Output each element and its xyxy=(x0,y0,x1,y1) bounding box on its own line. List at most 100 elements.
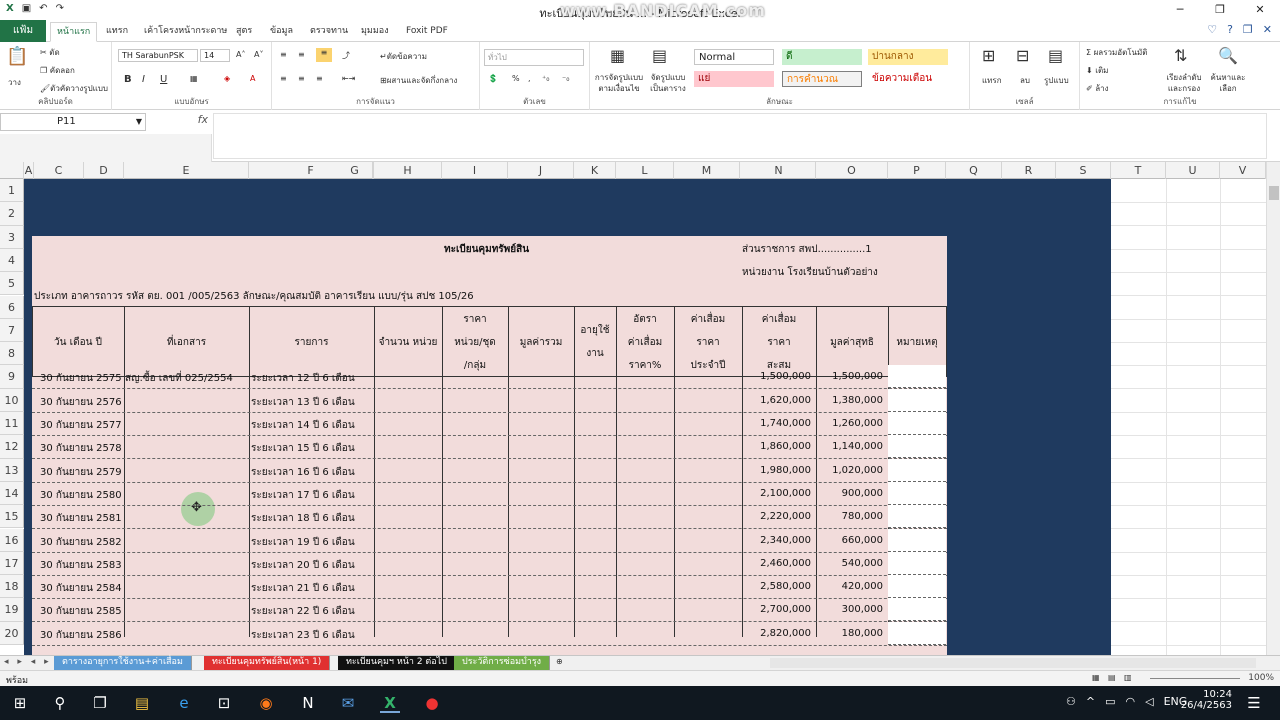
tab-view[interactable]: มุมมอง xyxy=(355,22,395,42)
minimize-button[interactable]: ─ xyxy=(1160,0,1200,20)
tray-chevron-icon[interactable]: ^ xyxy=(1086,695,1095,708)
row-header[interactable]: 10 xyxy=(0,388,24,412)
column-header[interactable]: L xyxy=(616,162,674,179)
note-cell[interactable] xyxy=(888,575,946,599)
clear-button[interactable]: ✐ ล้าง xyxy=(1086,82,1109,95)
cut-button[interactable]: ✂ ตัด xyxy=(40,46,60,59)
currency-icon[interactable]: 💲 xyxy=(488,74,498,83)
sort-filter-button[interactable]: เรียงลำดับ และกรอง xyxy=(1164,72,1204,94)
new-sheet-icon[interactable]: ⊕ xyxy=(556,657,563,666)
note-cell[interactable] xyxy=(888,598,946,622)
percent-button[interactable]: % xyxy=(512,74,520,83)
horizontal-scrollbar[interactable] xyxy=(770,658,1256,668)
style-normal[interactable]: Normal xyxy=(694,49,774,65)
app-n-icon[interactable]: N xyxy=(298,693,318,713)
align-bottom-icon[interactable]: ≡ xyxy=(316,48,332,62)
indent-icon[interactable]: ⇤⇥ xyxy=(342,74,355,83)
row-header[interactable]: 1 xyxy=(0,179,24,203)
tab-data[interactable]: ข้อมูล xyxy=(264,22,299,42)
merge-center-button[interactable]: ⊞ผสานและจัดกึ่งกลาง xyxy=(380,74,457,87)
column-header[interactable]: M xyxy=(674,162,740,179)
select-all-corner[interactable] xyxy=(0,162,24,179)
comma-button[interactable]: , xyxy=(528,74,531,83)
task-view-icon[interactable]: ❐ xyxy=(90,693,110,713)
bold-button[interactable]: B xyxy=(124,74,132,85)
row-header[interactable]: 17 xyxy=(0,551,24,576)
align-left-icon[interactable]: ≡ xyxy=(280,74,287,83)
zoom-slider[interactable] xyxy=(1150,678,1240,679)
formula-input[interactable] xyxy=(213,113,1267,159)
column-header[interactable]: E xyxy=(124,162,249,179)
note-cell[interactable] xyxy=(888,435,946,459)
style-bad[interactable]: แย่ xyxy=(694,71,774,87)
page-layout-icon[interactable]: ▤ xyxy=(1108,673,1116,682)
page-break-icon[interactable]: ▥ xyxy=(1124,673,1132,682)
note-cell[interactable] xyxy=(888,528,946,552)
zoom-level[interactable]: 100% xyxy=(1248,673,1274,683)
tab-formulas[interactable]: สูตร xyxy=(230,22,258,42)
format-table-icon[interactable]: ▤ xyxy=(652,46,667,65)
grow-font-button[interactable]: A˄ xyxy=(236,50,245,59)
note-cell[interactable] xyxy=(888,621,946,645)
column-header[interactable]: S xyxy=(1056,162,1111,179)
border-icon[interactable]: ▦ xyxy=(190,74,198,83)
insert-cells-icon[interactable]: ⊞ xyxy=(982,46,995,65)
row-header[interactable]: 6 xyxy=(0,295,24,319)
column-header[interactable]: K xyxy=(574,162,616,179)
column-header[interactable]: A xyxy=(24,162,34,179)
tab-foxit-pdf[interactable]: Foxit PDF xyxy=(400,22,454,42)
style-good[interactable]: ดี xyxy=(782,49,862,65)
tab-insert[interactable]: แทรก xyxy=(100,22,134,42)
align-right-icon[interactable]: ≡ xyxy=(316,74,323,83)
store-icon[interactable]: ⊡ xyxy=(214,693,234,713)
tab-review[interactable]: ตรวจทาน xyxy=(304,22,354,42)
row-header[interactable]: 9 xyxy=(0,365,24,389)
column-header[interactable]: V xyxy=(1220,162,1266,179)
increase-decimal-icon[interactable]: ⁺₀ xyxy=(542,74,549,83)
delete-cells-button[interactable]: ลบ xyxy=(1020,74,1030,87)
note-cell[interactable] xyxy=(888,412,946,435)
style-calculation[interactable]: การคำนวณ xyxy=(782,71,862,87)
row-header[interactable]: 5 xyxy=(0,272,24,296)
style-neutral[interactable]: ปานกลาง xyxy=(868,49,948,65)
column-header[interactable]: N xyxy=(742,162,816,179)
paste-button[interactable]: วาง xyxy=(8,76,21,89)
row-header[interactable]: 14 xyxy=(0,481,24,506)
sheet-tab-register-p2[interactable]: ทะเบียนคุมฯ หน้า 2 ต่อไป xyxy=(338,656,456,670)
firefox-icon[interactable]: ◉ xyxy=(256,693,276,713)
tab-page-layout[interactable]: เค้าโครงหน้ากระดาษ xyxy=(138,22,233,42)
note-cell[interactable] xyxy=(888,388,946,412)
decrease-decimal-icon[interactable]: ⁻₀ xyxy=(562,74,569,83)
autosum-button[interactable]: Σ ผลรวมอัตโนมัติ xyxy=(1086,46,1148,59)
note-cell[interactable] xyxy=(888,458,946,482)
bandicam-icon[interactable]: ● xyxy=(422,693,442,713)
row-header[interactable]: 7 xyxy=(0,318,24,343)
sheet-tab-maintenance[interactable]: ประวัติการซ่อมบำรุง xyxy=(454,656,551,670)
row-header[interactable]: 2 xyxy=(0,202,24,226)
heart-icon[interactable]: ♡ xyxy=(1207,23,1217,36)
normal-view-icon[interactable]: ▦ xyxy=(1092,673,1100,682)
row-header[interactable]: 16 xyxy=(0,528,24,552)
align-top-icon[interactable]: ≡ xyxy=(280,50,287,59)
row-header[interactable]: 3 xyxy=(0,225,24,249)
row-header[interactable]: 4 xyxy=(0,248,24,273)
format-as-table-button[interactable]: จัดรูปแบบ เป็นตาราง xyxy=(646,72,690,94)
underline-button[interactable]: U xyxy=(160,74,167,85)
row-header[interactable]: 12 xyxy=(0,435,24,459)
row-header[interactable]: 19 xyxy=(0,598,24,622)
maximize-button[interactable]: ❐ xyxy=(1200,0,1240,20)
column-header[interactable]: C xyxy=(34,162,84,179)
people-icon[interactable]: ⚇ xyxy=(1066,695,1076,708)
find-select-icon[interactable]: 🔍 xyxy=(1218,46,1238,65)
format-painter-button[interactable]: 🖌ตัวคัดวางรูปแบบ xyxy=(40,82,108,95)
file-tab[interactable]: แฟ้ม xyxy=(0,20,46,42)
fill-color-icon[interactable]: ◈ xyxy=(224,74,230,83)
conditional-format-icon[interactable]: ▦ xyxy=(610,46,625,65)
paste-icon[interactable]: 📋 xyxy=(6,46,28,67)
chevron-down-icon[interactable]: ▼ xyxy=(136,114,142,130)
column-header[interactable]: H xyxy=(374,162,442,179)
search-icon[interactable]: ⚲ xyxy=(50,693,70,713)
row-header[interactable]: 13 xyxy=(0,458,24,482)
font-name-select[interactable]: TH SarabunPSK xyxy=(118,49,198,62)
volume-icon[interactable]: ◁ xyxy=(1145,695,1153,708)
